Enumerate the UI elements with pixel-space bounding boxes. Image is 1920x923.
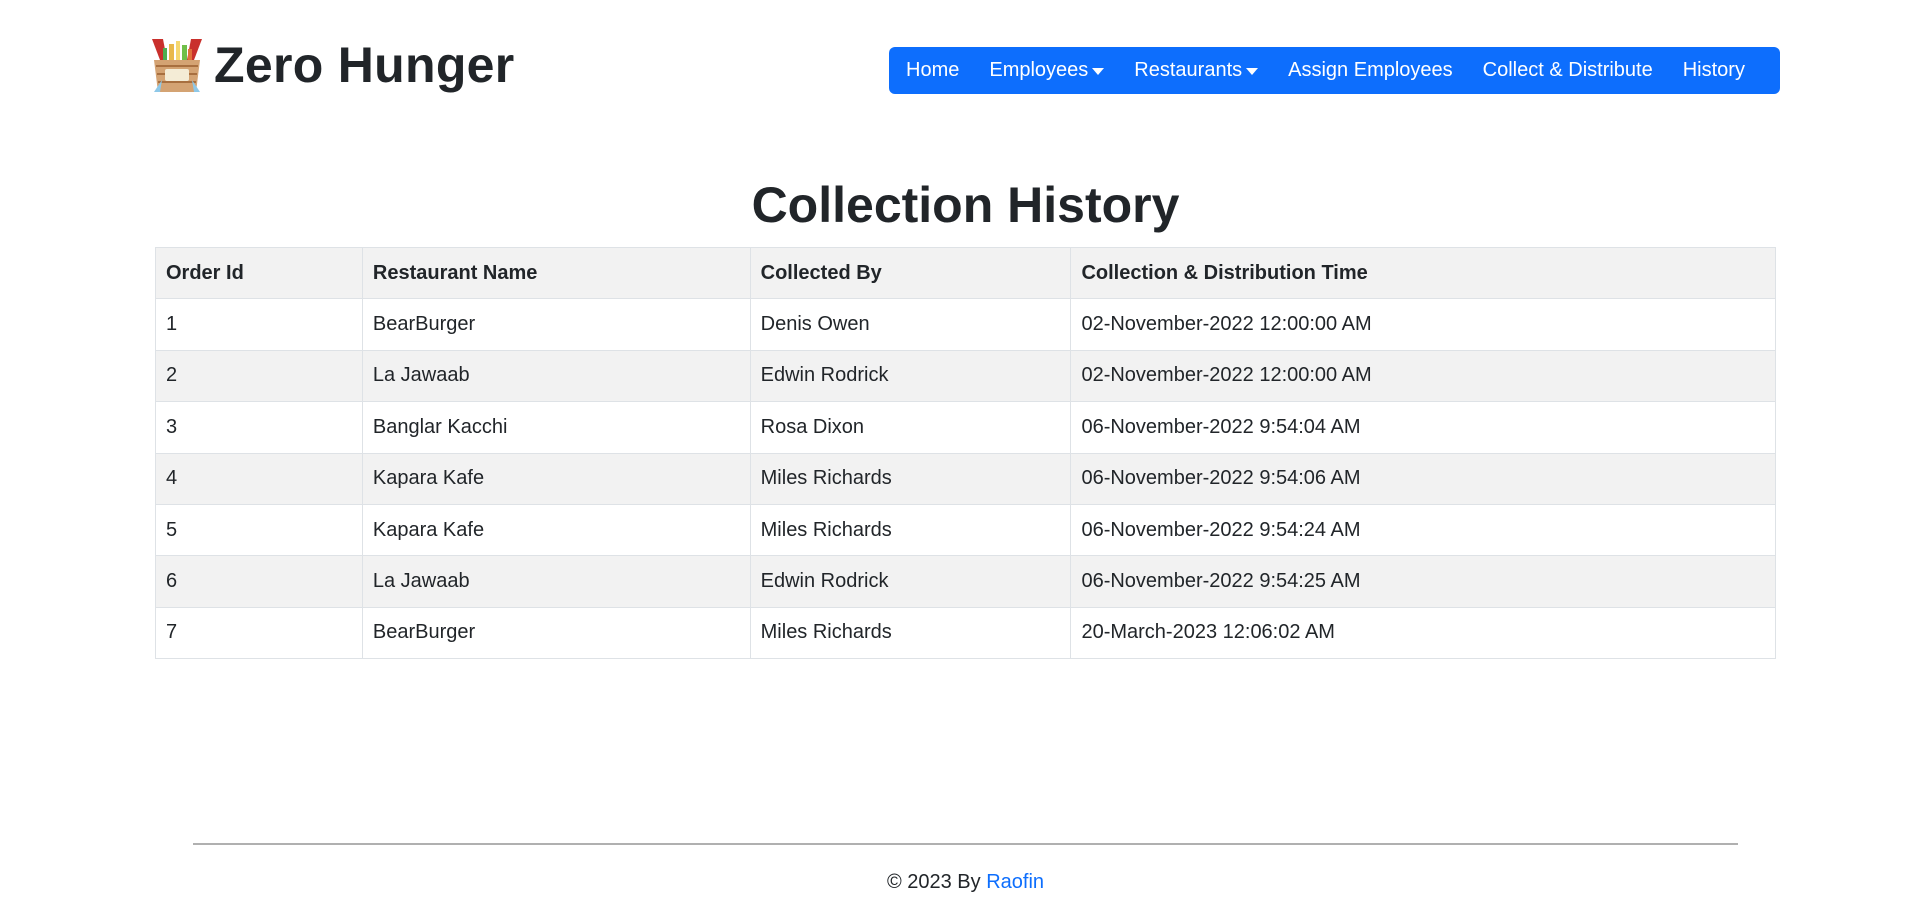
page-title: Collection History	[751, 177, 1180, 233]
collected-by-cell: Miles Richards	[749, 606, 1072, 660]
order-id-cell: 4	[155, 452, 363, 505]
footer-divider	[193, 843, 1738, 845]
food-basket-icon	[152, 39, 202, 92]
table-header-row: Order Id Restaurant Name Collected By Co…	[155, 246, 1776, 300]
restaurant-name-cell: La Jawaab	[361, 349, 751, 403]
table-row: 2 La Jawaab Edwin Rodrick 02-November-20…	[155, 349, 1776, 403]
collection-time-cell: 06-November-2022 9:54:24 AM	[1070, 503, 1776, 557]
collected-by-cell: Edwin Rodrick	[749, 555, 1072, 608]
nav-collect-distribute[interactable]: Collect & Distribute	[1468, 47, 1668, 94]
author-link[interactable]: Raofin	[986, 871, 1044, 893]
nav-restaurants-dropdown[interactable]: Restaurants	[1119, 47, 1273, 94]
table-row: 5 Kapara Kafe Miles Richards 06-November…	[155, 503, 1776, 557]
footer-copyright: © 2023 By	[886, 871, 987, 893]
column-header: Collection & Distribution Time	[1070, 246, 1776, 300]
collection-time-cell: 02-November-2022 12:00:00 AM	[1070, 298, 1776, 351]
collection-time-cell: 06-November-2022 9:54:25 AM	[1070, 555, 1776, 608]
order-id-cell: 1	[155, 298, 363, 351]
collected-by-cell: Rosa Dixon	[749, 401, 1072, 454]
table-row: 6 La Jawaab Edwin Rodrick 06-November-20…	[155, 555, 1776, 608]
order-id-cell: 5	[155, 503, 363, 557]
collection-time-cell: 06-November-2022 9:54:06 AM	[1070, 452, 1776, 505]
restaurant-name-cell: Kapara Kafe	[361, 503, 751, 557]
table-row: 4 Kapara Kafe Miles Richards 06-November…	[155, 452, 1776, 505]
brand[interactable]: Zero Hunger	[150, 36, 515, 94]
collected-by-cell: Denis Owen	[749, 298, 1072, 351]
column-header: Order Id	[155, 246, 363, 300]
restaurant-name-cell: Banglar Kacchi	[361, 401, 751, 454]
restaurant-name-cell: BearBurger	[361, 606, 751, 660]
nav-employees-dropdown[interactable]: Employees	[974, 47, 1119, 94]
nav-history[interactable]: History	[1668, 47, 1760, 94]
collected-by-cell: Miles Richards	[749, 452, 1072, 505]
nav-home-label: Home	[906, 59, 960, 81]
table-row: 7 BearBurger Miles Richards 20-March-202…	[155, 606, 1776, 660]
order-id-cell: 6	[155, 555, 363, 608]
restaurant-name-cell: La Jawaab	[361, 555, 751, 608]
nav-history-label: History	[1682, 59, 1745, 81]
column-header: Collected By	[749, 246, 1072, 300]
table-row: 3 Banglar Kacchi Rosa Dixon 06-November-…	[155, 401, 1776, 454]
restaurant-name-cell: Kapara Kafe	[361, 452, 751, 505]
collection-history-table: Order Id Restaurant Name Collected By Co…	[155, 246, 1776, 660]
brand-title: Zero Hunger	[214, 37, 515, 93]
collection-time-cell: 06-November-2022 9:54:04 AM	[1070, 401, 1776, 454]
order-id-cell: 7	[155, 606, 363, 660]
column-header: Restaurant Name	[361, 246, 751, 300]
nav-home[interactable]: Home	[891, 47, 974, 94]
order-id-cell: 2	[155, 349, 363, 403]
nav-assign-employees[interactable]: Assign Employees	[1273, 47, 1468, 94]
collected-by-cell: Miles Richards	[749, 503, 1072, 557]
main-navbar: Home Employees Restaurants Assign Employ…	[889, 47, 1780, 94]
nav-employees-label: Employees	[989, 59, 1089, 81]
restaurant-name-cell: BearBurger	[361, 298, 751, 351]
caret-down-icon	[1092, 68, 1105, 75]
nav-restaurants-label: Restaurants	[1134, 59, 1243, 81]
table-row: 1 BearBurger Denis Owen 02-November-2022…	[155, 298, 1776, 351]
order-id-cell: 3	[155, 401, 363, 454]
collected-by-cell: Edwin Rodrick	[749, 349, 1072, 403]
nav-collect-distribute-label: Collect & Distribute	[1482, 59, 1653, 81]
nav-assign-employees-label: Assign Employees	[1288, 59, 1453, 81]
collection-time-cell: 20-March-2023 12:06:02 AM	[1070, 606, 1776, 660]
footer: © 2023 By Raofin	[0, 868, 1920, 896]
collection-time-cell: 02-November-2022 12:00:00 AM	[1070, 349, 1776, 403]
caret-down-icon	[1246, 68, 1259, 75]
